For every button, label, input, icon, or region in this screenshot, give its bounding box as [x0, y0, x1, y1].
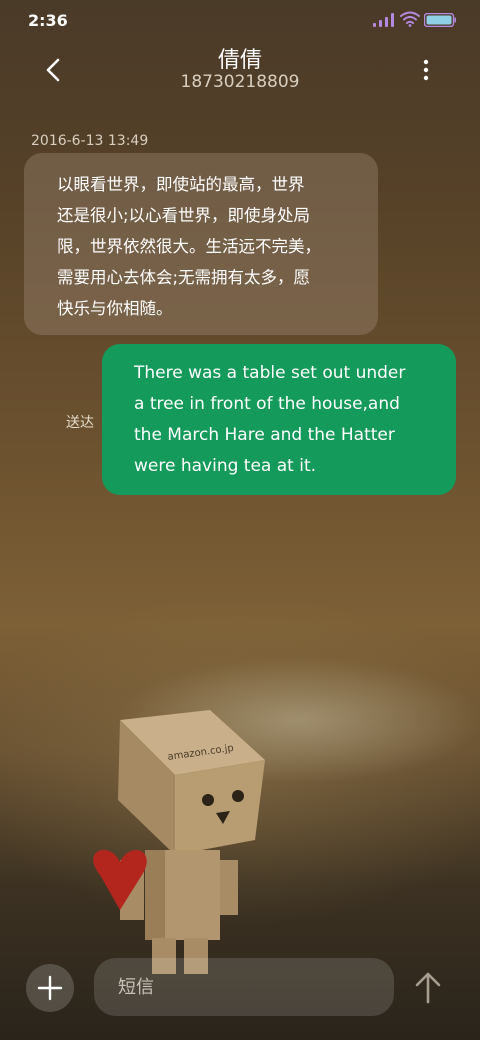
contact-name: 倩倩	[217, 48, 262, 73]
status-bar: 2:36	[0, 0, 480, 40]
delivery-status: 送达	[66, 415, 94, 431]
wifi-icon	[400, 11, 420, 27]
plus-icon	[37, 975, 63, 1001]
message-line: 限，世界依然很大。生活远不完美，	[57, 237, 321, 256]
message-line: There was a table set out under	[134, 363, 406, 383]
conversation-header: 倩倩 18730218809	[0, 40, 480, 100]
outgoing-message-bubble[interactable]: There was a table set out under a tree i…	[102, 344, 456, 495]
message-input[interactable]	[94, 958, 394, 1016]
message-line: 快乐与你相随。	[57, 299, 173, 318]
message-line: 还是很小;以心看世界，即使身处局	[57, 206, 311, 225]
message-line: 需要用心去体会;无需拥有太多，愿	[57, 268, 311, 287]
incoming-message-bubble[interactable]: 以眼看世界，即使站的最高，世界 还是很小;以心看世界，即使身处局 限，世界依然很…	[24, 153, 378, 335]
message-line: 以眼看世界，即使站的最高，世界	[57, 175, 305, 194]
arrow-up-icon	[415, 972, 441, 1004]
status-time: 2:36	[28, 11, 68, 30]
contact-number: 18730218809	[180, 72, 300, 92]
add-attachment-button[interactable]	[26, 964, 74, 1012]
battery-icon	[424, 13, 456, 27]
message-timestamp: 2016-6-13 13:49	[31, 133, 149, 149]
more-vertical-icon	[423, 59, 429, 81]
more-button[interactable]	[412, 54, 440, 86]
message-line: a tree in front of the house,and	[134, 394, 400, 414]
wallpaper-robot: amazon.co.jp	[93, 710, 265, 974]
message-line: were having tea at it.	[134, 456, 317, 476]
send-button[interactable]	[412, 968, 444, 1006]
signal-icon	[373, 13, 394, 27]
message-line: the March Hare and the Hatter	[134, 425, 395, 445]
